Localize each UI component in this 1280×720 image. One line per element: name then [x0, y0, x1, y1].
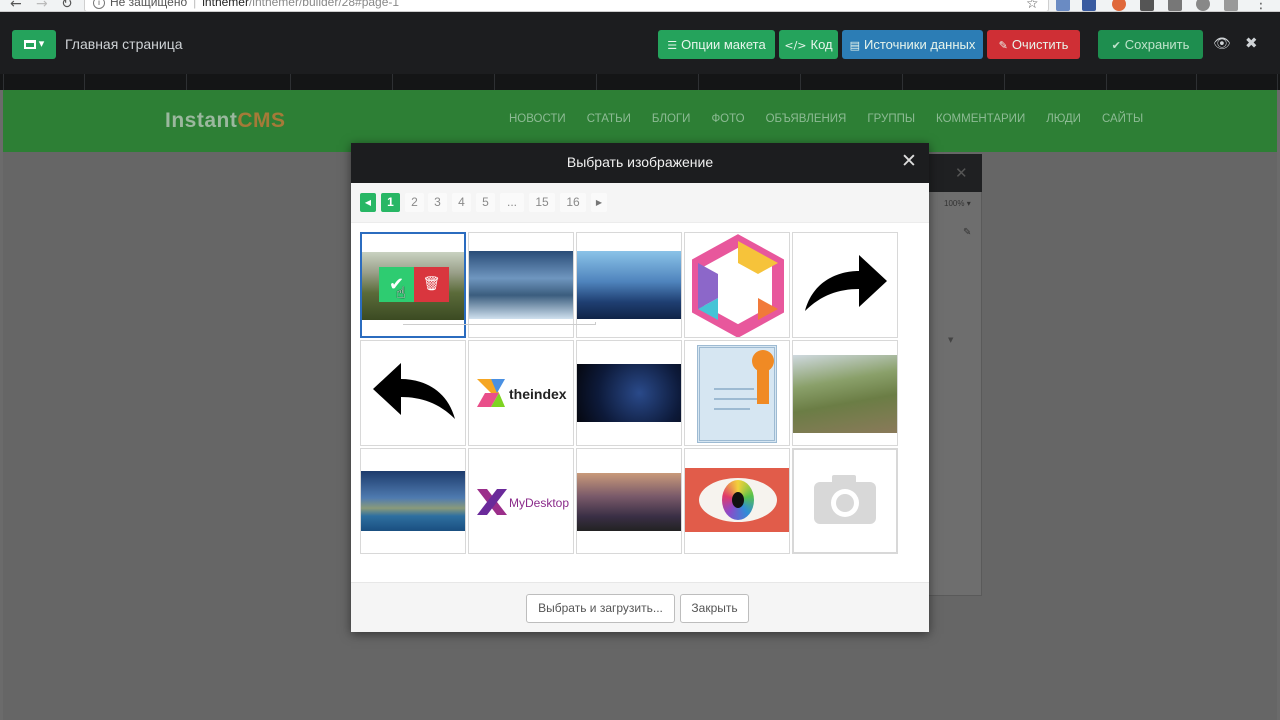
- site-logo: InstantCMS: [165, 109, 286, 132]
- image-tile-arrow-left[interactable]: [360, 340, 466, 446]
- extension-icon[interactable]: [1224, 0, 1238, 11]
- mydesktop-logo-icon: MyDesktop: [477, 489, 569, 515]
- browser-toolbar: ← → ↻ i Не защищено | inthemer/inthemer/bui…: [0, 0, 1280, 12]
- address-bar[interactable]: i Не защищено | inthemer/inthemer/builder/2…: [84, 0, 1049, 11]
- page-link[interactable]: 4: [452, 193, 471, 212]
- site-nav-item[interactable]: ГРУППЫ: [867, 113, 915, 125]
- page-link[interactable]: 16: [560, 193, 586, 212]
- page-ellipsis: ...: [500, 193, 524, 212]
- modal-footer: Выбрать и загрузить... Закрыть: [351, 582, 929, 632]
- image-tile-mydesktop-logo[interactable]: MyDesktop: [468, 448, 574, 554]
- site-nav-item[interactable]: КОММЕНТАРИИ: [936, 113, 1025, 125]
- image-tile-arrow-right[interactable]: [792, 232, 898, 338]
- page-title: Главная страница: [65, 36, 183, 52]
- code-button[interactable]: </> Код: [779, 30, 838, 59]
- code-icon: </>: [784, 39, 807, 52]
- modal-title: Выбрать изображение: [566, 154, 714, 170]
- image-tile-island-horizon[interactable]: [360, 448, 466, 554]
- check-icon: ✔: [1111, 39, 1121, 52]
- site-nav-item[interactable]: СТАТЬИ: [587, 113, 631, 125]
- preview-eye-icon[interactable]: 👁: [1213, 36, 1231, 52]
- close-icon: ✕: [955, 164, 968, 182]
- hand-cursor-icon: ☝: [396, 283, 406, 302]
- site-nav-item[interactable]: ФОТО: [711, 113, 744, 125]
- window-icon: [23, 39, 36, 49]
- extension-icon[interactable]: [1168, 0, 1182, 11]
- image-tile-night-sky[interactable]: [576, 340, 682, 446]
- site-nav-item[interactable]: НОВОСТИ: [509, 113, 566, 125]
- select-image-modal: Выбрать изображение ✕ ◀ 1 2 3 4 5 ... 15…: [351, 143, 929, 632]
- page-link[interactable]: 2: [405, 193, 424, 212]
- close-button[interactable]: Закрыть: [680, 594, 749, 623]
- arrow-left-icon: [373, 363, 455, 419]
- camera-icon: [814, 475, 876, 524]
- pencil-icon: ✎: [963, 227, 972, 238]
- info-icon[interactable]: i: [93, 0, 105, 9]
- delete-trash-icon[interactable]: 🗑: [414, 267, 449, 302]
- blue-mountains-image: [577, 251, 681, 319]
- extension-icon[interactable]: [1112, 0, 1126, 11]
- page-link[interactable]: 5: [476, 193, 495, 212]
- image-tile-certificate[interactable]: [684, 340, 790, 446]
- prev-page-icon[interactable]: ◀: [360, 193, 376, 212]
- site-nav-item[interactable]: БЛОГИ: [652, 113, 691, 125]
- layout-options-button[interactable]: ☰ Опции макета: [658, 30, 775, 59]
- layout-ruler: [0, 74, 1280, 90]
- page-link[interactable]: 3: [428, 193, 447, 212]
- site-nav-item[interactable]: ОБЪЯВЛЕНИЯ: [766, 113, 847, 125]
- page-link[interactable]: 15: [529, 193, 555, 212]
- image-tile-camera-placeholder[interactable]: [792, 448, 898, 554]
- image-tile-great-wall[interactable]: [792, 340, 898, 446]
- back-arrow-icon[interactable]: ←: [10, 0, 22, 11]
- image-tile-rainbow-eye[interactable]: [684, 448, 790, 554]
- drag-indicator: [403, 322, 596, 325]
- caret-down-icon: ▼: [948, 336, 954, 344]
- svg-text:MyDesktop: MyDesktop: [509, 496, 569, 510]
- clear-button[interactable]: ✎ Очистить: [987, 30, 1080, 59]
- pagination: ◀ 1 2 3 4 5 ... 15 16 ▶: [351, 183, 929, 223]
- island-horizon-image: [361, 471, 465, 531]
- certificate-image: [697, 345, 777, 443]
- security-label: Не защищено: [110, 0, 188, 9]
- colorful-cube-icon: [692, 234, 784, 337]
- next-page-icon[interactable]: ▶: [591, 193, 607, 212]
- extension-icon[interactable]: [1056, 0, 1070, 11]
- extension-new-icon[interactable]: [1082, 0, 1096, 11]
- great-wall-image: [793, 355, 897, 433]
- modal-close-icon[interactable]: ✕: [901, 152, 917, 171]
- image-tile-theindex-logo[interactable]: theindex: [468, 340, 574, 446]
- data-sources-button[interactable]: ▤ Источники данных: [842, 30, 983, 59]
- url-host: inthemer: [202, 0, 249, 9]
- city-skyline-image: [577, 473, 681, 531]
- arrow-right-icon: [805, 255, 887, 311]
- site-nav-item[interactable]: ЛЮДИ: [1046, 113, 1081, 125]
- site-nav: НОВОСТИ СТАТЬИ БЛОГИ ФОТО ОБЪЯВЛЕНИЯ ГРУ…: [509, 113, 1164, 125]
- extension-icon[interactable]: [1196, 0, 1210, 11]
- more-menu-icon[interactable]: ⋮: [1254, 0, 1268, 11]
- mountain-lake-image: [469, 251, 573, 319]
- sliders-icon: ☰: [667, 39, 678, 52]
- rainbow-eye-image: [685, 468, 789, 532]
- bookmark-star-icon[interactable]: ☆: [1026, 0, 1039, 11]
- close-builder-icon[interactable]: ✖: [1245, 34, 1258, 52]
- svg-text:theindex: theindex: [509, 386, 567, 402]
- page-link[interactable]: 1: [381, 193, 400, 212]
- page-menu-button[interactable]: ▾: [12, 30, 56, 59]
- builder-toolbar: ▾ Главная страница ☰ Опции макета </> Код …: [0, 12, 1280, 74]
- extension-icon[interactable]: [1140, 0, 1154, 11]
- site-nav-item[interactable]: САЙТЫ: [1102, 113, 1143, 125]
- modal-header: Выбрать изображение ✕: [351, 143, 929, 183]
- image-tile-colorful-cube-logo[interactable]: [684, 232, 790, 338]
- forward-arrow-icon[interactable]: →: [36, 0, 48, 11]
- select-and-upload-button[interactable]: Выбрать и загрузить...: [526, 594, 675, 623]
- zoom-select: 100% ▾: [944, 199, 971, 208]
- url-path: /inthemer/builder/28#page-1: [248, 0, 400, 9]
- night-sky-image: [577, 364, 681, 422]
- database-icon: ▤: [849, 39, 860, 52]
- theindex-logo-icon: theindex: [477, 379, 567, 407]
- reload-icon[interactable]: ↻: [61, 0, 73, 11]
- eraser-icon: ✎: [998, 39, 1008, 52]
- image-tile-city-skyline[interactable]: [576, 448, 682, 554]
- save-button[interactable]: ✔ Сохранить: [1098, 30, 1203, 59]
